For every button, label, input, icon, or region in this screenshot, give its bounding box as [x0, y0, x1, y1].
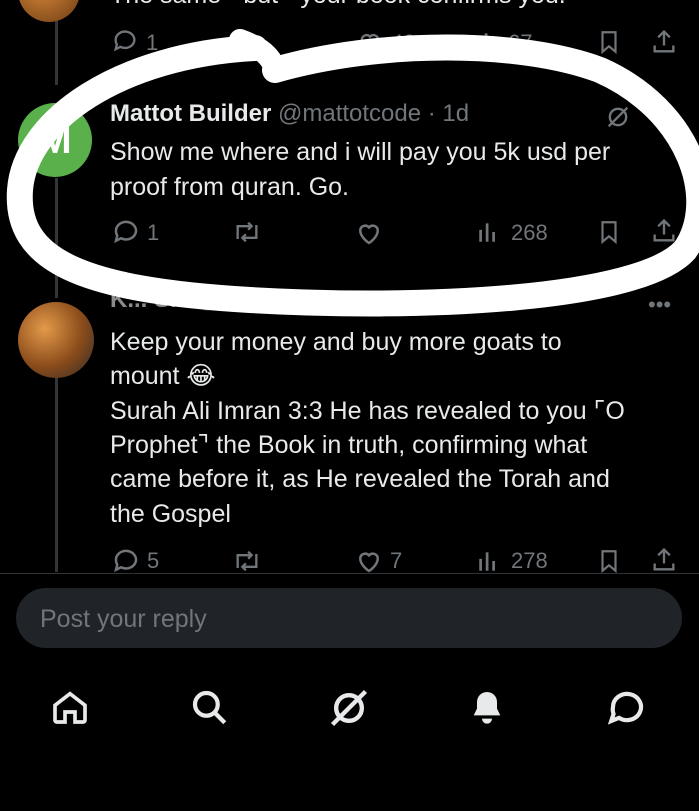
- top-share-icon[interactable]: [650, 27, 678, 57]
- reply-post-like-icon[interactable]: [353, 546, 385, 576]
- messages-icon[interactable]: [606, 686, 648, 733]
- highlighted-post-header: Mattot Builder @mattotcode · 1d: [110, 100, 469, 128]
- thread-line-mid: [55, 178, 58, 298]
- thread-line-bottom: [55, 372, 58, 572]
- bookmark-icon[interactable]: [596, 218, 622, 246]
- reply-text-1: Keep your money and buy more goats to: [110, 328, 562, 356]
- notifications-icon[interactable]: [467, 686, 507, 733]
- reply-count: 1: [147, 220, 160, 245]
- reply-post-header: K... S... @N... 16...: [110, 286, 312, 314]
- reply-post-repost-icon[interactable]: [230, 547, 264, 575]
- reply-text-2: mount 😂: [110, 362, 216, 390]
- reply-display-name[interactable]: K... S...: [110, 286, 190, 313]
- reply-text-3: Surah Ali Imran 3:3 He has revealed to y…: [110, 397, 625, 425]
- top-reply-icon[interactable]: [110, 27, 140, 55]
- reply-text-4: Prophet⌝ the Book in truth, confirming w…: [110, 431, 588, 459]
- reply-input[interactable]: [38, 602, 642, 636]
- handle-time: @mattotcode · 1d: [278, 100, 470, 127]
- reply-icon[interactable]: [110, 217, 142, 247]
- reply-text-6: the Gospel: [110, 500, 231, 528]
- top-like-icon[interactable]: [355, 28, 385, 56]
- repost-icon[interactable]: [230, 218, 264, 246]
- display-name[interactable]: Mattot Builder: [110, 100, 271, 127]
- reply-text-5: came before it, as He revealed the Torah…: [110, 465, 610, 493]
- views-icon[interactable]: [476, 218, 502, 246]
- grok-icon-small[interactable]: [604, 103, 632, 131]
- composer-divider: [0, 573, 699, 574]
- share-icon[interactable]: [650, 216, 678, 246]
- home-icon[interactable]: [50, 686, 90, 733]
- top-views-icon[interactable]: [475, 28, 501, 56]
- highlighted-post-text-2: proof from quran. Go.: [110, 173, 350, 201]
- reply-post-reply-count: 5: [147, 548, 160, 573]
- search-icon[interactable]: [188, 686, 230, 733]
- top-bookmark-icon[interactable]: [596, 28, 622, 56]
- more-icon[interactable]: •••: [648, 292, 671, 318]
- grok-icon[interactable]: [327, 686, 371, 735]
- views-count: 268: [511, 220, 548, 245]
- reply-handle-time: @N... 16...: [196, 286, 312, 313]
- avatar-letter: M: [38, 117, 72, 162]
- reply-composer[interactable]: [16, 588, 682, 648]
- top-reply-count: 1: [146, 30, 159, 55]
- top-like-count: 42: [391, 30, 416, 55]
- top-views-count: 67: [508, 30, 533, 55]
- reply-post-reply-icon[interactable]: [110, 546, 142, 576]
- top-post-text: The same - but - your book confirms you.: [110, 0, 566, 12]
- like-icon[interactable]: [353, 218, 385, 248]
- reply-post-like-count: 7: [390, 548, 403, 573]
- highlighted-post-text-1: Show me where and i will pay you 5k usd …: [110, 138, 611, 166]
- reply-post-views-icon[interactable]: [476, 547, 502, 575]
- reply-post-views-count: 278: [511, 548, 548, 573]
- top-post-avatar[interactable]: [18, 0, 80, 22]
- reply-post-bookmark-icon[interactable]: [596, 547, 622, 575]
- reply-post-avatar[interactable]: [18, 302, 94, 378]
- reply-post-share-icon[interactable]: [650, 545, 678, 575]
- highlighted-post-avatar[interactable]: M: [18, 103, 92, 177]
